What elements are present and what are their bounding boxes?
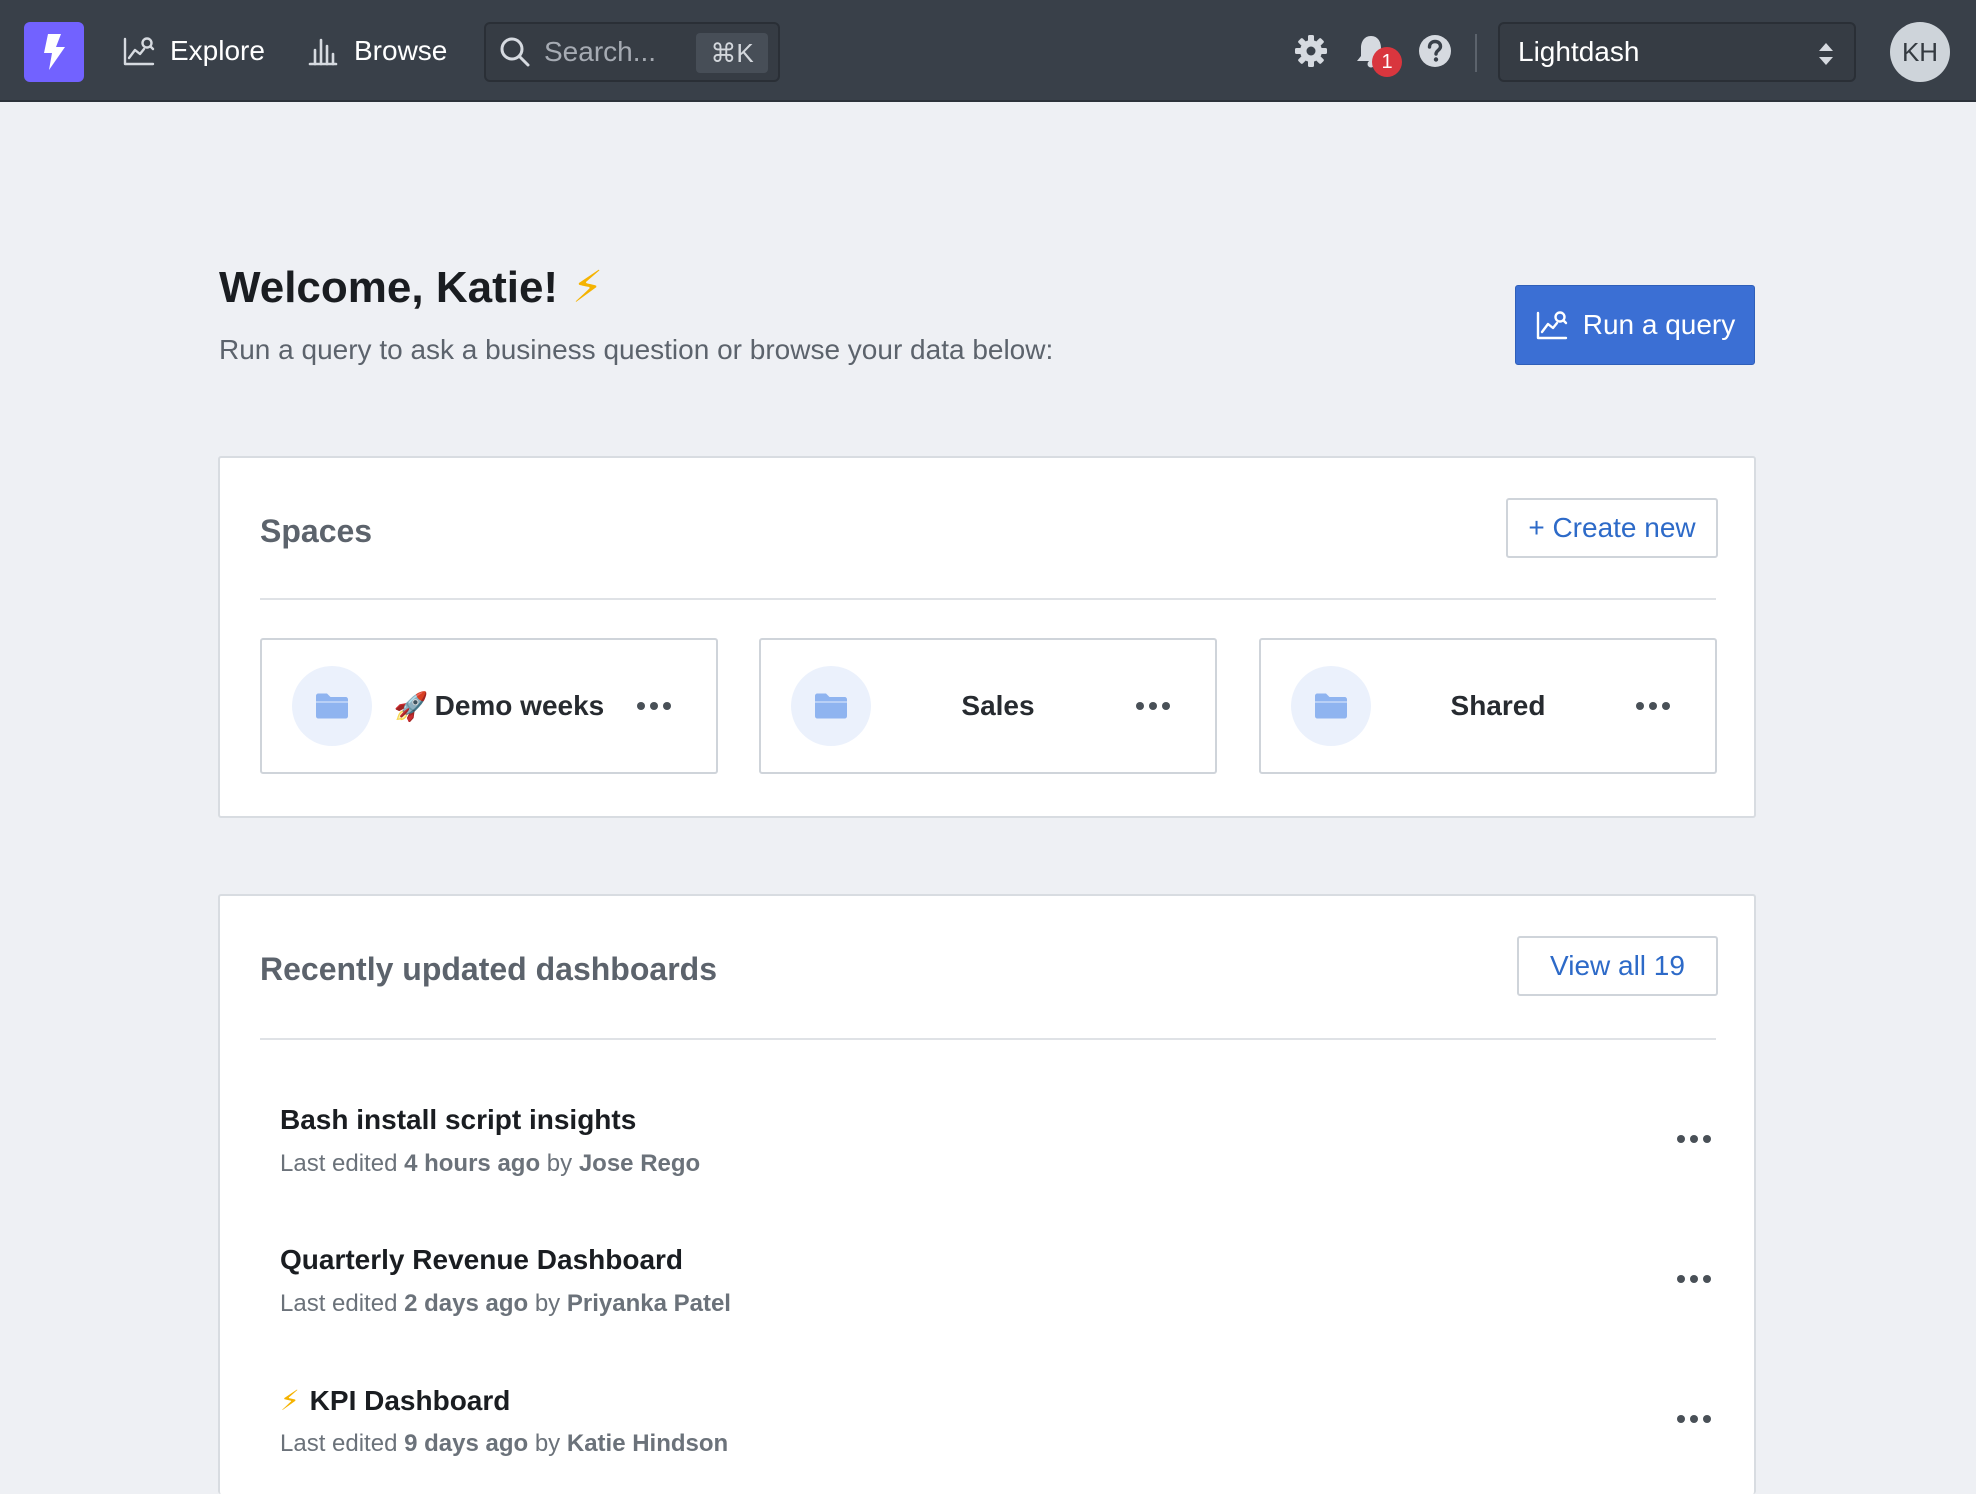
folder-icon [316,693,348,719]
space-tile-sales[interactable]: Sales [759,638,1217,774]
meta-prefix: Last edited [280,1430,398,1457]
select-arrows-icon [1819,43,1833,65]
dashboard-menu-button[interactable] [1672,1264,1716,1294]
welcome-heading: Welcome, Katie! ⚡ [219,262,603,313]
more-dots-icon [637,702,671,710]
more-dots-icon [1136,702,1170,710]
more-dots-icon [1677,1135,1711,1143]
lightning-emoji-icon: ⚡ [572,263,603,312]
search-icon [500,37,530,67]
dashboard-meta: Last edited 2 days ago by Priyanka Patel [280,1290,731,1318]
project-select-value: Lightdash [1518,36,1640,67]
space-name-text: Shared [1450,690,1546,721]
meta-author: Jose Rego [578,1150,701,1177]
more-dots-icon [1677,1415,1711,1423]
nav-explore-label: Explore [170,35,265,66]
dashboard-name[interactable]: Quarterly Revenue Dashboard [280,1244,683,1276]
create-space-button[interactable]: + Create new [1506,498,1718,558]
folder-icon [1315,693,1347,719]
lightning-emoji-icon: ⚡ [280,1385,300,1416]
dashboard-row[interactable]: Quarterly Revenue Dashboard Last edited … [280,1244,1716,1344]
rocket-emoji-icon: 🚀 [393,690,429,722]
meta-time: 2 days ago [404,1290,529,1317]
nav-browse-link[interactable]: Browse [306,30,447,72]
settings-button[interactable] [1290,30,1332,72]
dashboard-menu-button[interactable] [1672,1404,1716,1434]
dashboard-meta: Last edited 4 hours ago by Jose Rego [280,1150,700,1178]
meta-author: Priyanka Patel [566,1290,731,1317]
user-avatar[interactable]: KH [1890,22,1950,82]
meta-by: by [534,1430,561,1457]
dashboard-name-text: Bash install script insights [280,1104,637,1135]
dashboard-meta: Last edited 9 days ago by Katie Hindson [280,1430,728,1458]
spaces-card: Spaces + Create new 🚀 Demo weeks Sales S… [218,456,1756,818]
meta-author: Katie Hindson [566,1430,729,1457]
meta-prefix: Last edited [280,1150,398,1177]
chart-search-icon [123,37,155,66]
run-query-button[interactable]: Run a query [1515,285,1755,365]
dashboards-title: Recently updated dashboards [260,951,717,987]
meta-by: by [534,1290,561,1317]
spaces-title: Spaces [260,513,373,549]
search-box[interactable]: ⌘K [484,22,780,82]
folder-icon-wrapper [791,666,871,746]
view-all-dashboards-button[interactable]: View all 19 [1517,936,1718,996]
folder-icon-wrapper [1291,666,1371,746]
spaces-divider [260,598,1716,600]
dashboard-name-text: Quarterly Revenue Dashboard [280,1244,684,1275]
meta-prefix: Last edited [280,1290,398,1317]
dashboard-row[interactable]: Bash install script insights Last edited… [280,1104,1716,1204]
search-input[interactable] [544,36,714,68]
space-menu-button[interactable] [1631,691,1675,721]
dashboard-name[interactable]: ⚡ KPI Dashboard [280,1384,510,1417]
nav-divider [1475,34,1477,72]
dashboard-name[interactable]: Bash install script insights [280,1104,636,1136]
bar-chart-icon [308,38,338,66]
space-tile-shared[interactable]: Shared [1259,638,1717,774]
space-menu-button[interactable] [1131,691,1175,721]
meta-time: 4 hours ago [404,1150,541,1177]
dashboards-card: Recently updated dashboards View all 19 … [218,894,1756,1494]
notification-badge: 1 [1372,47,1402,77]
meta-time: 9 days ago [404,1430,529,1457]
help-circle-icon [1419,35,1451,67]
space-name: 🚀 Demo weeks [372,640,626,772]
dashboard-menu-button[interactable] [1672,1124,1716,1154]
nav-browse-label: Browse [354,35,448,66]
welcome-subtitle: Run a query to ask a business question o… [219,334,1054,365]
help-button[interactable] [1414,30,1456,72]
space-name-text: Sales [961,690,1035,721]
project-select[interactable]: Lightdash [1498,22,1856,82]
space-name-text: Demo weeks [434,690,605,721]
dashboards-divider [260,1038,1716,1040]
space-tile-demo-weeks[interactable]: 🚀 Demo weeks [260,638,718,774]
folder-icon-wrapper [292,666,372,746]
space-menu-button[interactable] [632,691,676,721]
dashboard-row[interactable]: ⚡ KPI Dashboard Last edited 9 days ago b… [280,1384,1716,1484]
folder-icon [815,693,847,719]
lightning-logo-icon [44,34,65,70]
nav-explore-link[interactable]: Explore [122,30,265,72]
dashboard-name-text: KPI Dashboard [309,1384,511,1416]
space-name: Sales [871,640,1125,772]
lightdash-logo[interactable] [24,22,84,82]
meta-by: by [546,1150,573,1177]
more-dots-icon [1636,702,1670,710]
gear-icon [1295,35,1327,67]
chart-search-icon [1536,311,1567,340]
search-shortcut-hint: ⌘K [696,33,768,73]
welcome-title-text: Welcome, Katie! [219,262,559,312]
top-navbar: Explore Browse ⌘K [0,0,1976,102]
run-query-label: Run a query [1582,309,1736,340]
space-name: Shared [1371,640,1625,772]
more-dots-icon [1677,1275,1711,1283]
